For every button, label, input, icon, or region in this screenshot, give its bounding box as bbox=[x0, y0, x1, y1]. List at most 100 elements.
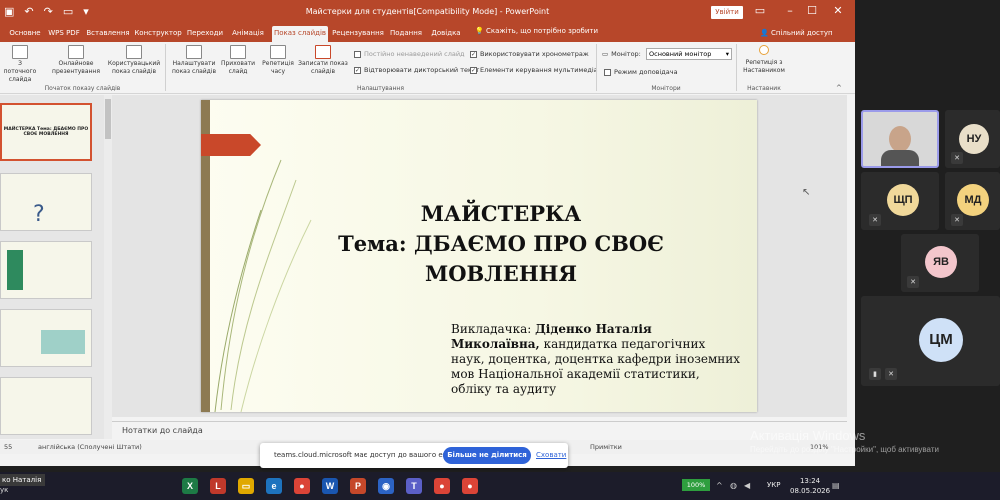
slide-lecturer-text: Викладачка: Діденко Наталія Миколаївна, … bbox=[451, 322, 741, 396]
system-clock[interactable]: 13:24 08.05.2026 bbox=[790, 476, 830, 496]
tell-me-search[interactable]: 💡 Скажіть, що потрібно зробити bbox=[475, 27, 598, 35]
share-button[interactable]: 👤 Спільний доступ bbox=[760, 29, 833, 37]
mic-muted-icon: ✕ bbox=[885, 368, 897, 380]
thumbnails-scrollbar[interactable] bbox=[104, 95, 112, 439]
participant-tile[interactable]: ЯВ ✕ bbox=[901, 234, 979, 292]
group-label: Початок показу слайдів bbox=[44, 85, 121, 92]
excel-icon[interactable]: X bbox=[182, 478, 198, 494]
custom-show-button[interactable]: Користувацький показ слайдів bbox=[106, 45, 162, 76]
coach-icon bbox=[759, 45, 769, 55]
participant-avatar: НУ bbox=[959, 124, 989, 154]
teams-icon[interactable]: T bbox=[406, 478, 422, 494]
powerpoint-icon[interactable]: P bbox=[350, 478, 366, 494]
setup-show-icon bbox=[186, 45, 202, 59]
checkbox-checked: ✓ bbox=[470, 50, 477, 58]
tab-animations[interactable]: Анімація bbox=[228, 26, 268, 42]
notifications-icon[interactable]: ▤ bbox=[832, 481, 840, 490]
input-language[interactable]: УКР bbox=[767, 481, 780, 489]
windows-activation-watermark: Активація Windows Перейдіть до розділу "… bbox=[750, 428, 939, 454]
slide-title-line3: МОВЛЕННЯ bbox=[424, 261, 578, 286]
monitor-icon: ▭ bbox=[602, 50, 609, 58]
screen-share-notification: teams.cloud.microsoft має доступ до вашо… bbox=[260, 443, 568, 468]
participant-tile[interactable]: НУ ✕ bbox=[945, 110, 1000, 168]
close-icon[interactable]: ✕ bbox=[826, 4, 850, 17]
presenter-view-checkbox[interactable]: Режим доповідача bbox=[604, 68, 678, 76]
slide-thumbnail[interactable]: МАЙСТЕРКА Тема: ДБАЄМО ПРО СВОЄ МОВЛЕННЯ bbox=[0, 103, 92, 161]
tab-wps-pdf[interactable]: WPS PDF bbox=[46, 26, 82, 42]
app-icon[interactable]: ◉ bbox=[378, 478, 394, 494]
lightbulb-icon: 💡 bbox=[475, 27, 486, 35]
mic-muted-icon: ✕ bbox=[869, 214, 881, 226]
participant-tile[interactable]: ЦМ ▮ ✕ bbox=[861, 296, 1000, 386]
audio-level-icon: ▮ bbox=[869, 368, 881, 380]
edge-icon[interactable]: e bbox=[266, 478, 282, 494]
app-l-icon[interactable]: L bbox=[210, 478, 226, 494]
rehearse-timings-button[interactable]: Репетиція часу bbox=[258, 45, 298, 76]
thumbnail-image bbox=[41, 330, 85, 354]
mic-muted-icon: ✕ bbox=[951, 152, 963, 164]
hide-link[interactable]: Сховати bbox=[536, 451, 566, 459]
person-icon: 👤 bbox=[760, 29, 771, 37]
tab-insert[interactable]: Вставлення bbox=[86, 26, 130, 42]
participant-video-tile[interactable] bbox=[861, 110, 939, 168]
battery-indicator[interactable]: 100% bbox=[682, 479, 710, 491]
hide-slide-button[interactable]: Приховати слайд bbox=[220, 45, 256, 76]
slide-thumbnail[interactable] bbox=[0, 377, 92, 435]
scrollbar-thumb[interactable] bbox=[105, 99, 111, 139]
chrome-icon-2[interactable]: ● bbox=[434, 478, 450, 494]
rehearse-with-coach-button[interactable]: Репетиція з Наставником bbox=[740, 45, 788, 75]
collapse-ribbon-icon[interactable]: ^ bbox=[836, 84, 842, 92]
slide-canvas: МАЙСТЕРКА Тема: ДБАЄМО ПРО СВОЄ МОВЛЕННЯ… bbox=[112, 95, 847, 417]
volume-icon[interactable]: ◀ bbox=[744, 481, 750, 490]
online-present-button[interactable]: Онлайнове презентування bbox=[48, 45, 104, 76]
mic-muted-icon: ✕ bbox=[951, 214, 963, 226]
ribbon-display-icon[interactable]: ▭ bbox=[748, 4, 772, 17]
participant-tile[interactable]: ЩП ✕ bbox=[861, 172, 939, 230]
media-controls-checkbox[interactable]: ✓ Елементи керування мультимедіа bbox=[470, 66, 598, 74]
taskbar: ко Наталія ук X L ▭ e ● W P ◉ T ● ● 100%… bbox=[0, 472, 1000, 500]
tab-home[interactable]: Основне bbox=[6, 26, 44, 42]
slide-thumbnail[interactable] bbox=[0, 309, 92, 367]
use-timings-checkbox[interactable]: ✓ Використовувати хронометраж bbox=[470, 50, 589, 58]
word-icon[interactable]: W bbox=[322, 478, 338, 494]
slide-thumbnail[interactable] bbox=[0, 241, 92, 299]
chrome-icon-3[interactable]: ● bbox=[462, 478, 478, 494]
participant-avatar: ЯВ bbox=[925, 246, 957, 278]
slide-play-icon bbox=[12, 45, 28, 59]
chrome-icon[interactable]: ● bbox=[294, 478, 310, 494]
tab-slide-show[interactable]: Показ слайдів bbox=[272, 26, 328, 42]
minimize-icon[interactable]: – bbox=[778, 4, 802, 17]
custom-show-icon bbox=[126, 45, 142, 59]
current-slide[interactable]: МАЙСТЕРКА Тема: ДБАЄМО ПРО СВОЄ МОВЛЕННЯ… bbox=[201, 100, 757, 412]
stopwatch-icon bbox=[270, 45, 286, 59]
monitor-select[interactable]: Основний монітор ▾ bbox=[646, 48, 732, 60]
network-icon[interactable]: ◍ bbox=[730, 481, 737, 490]
group-label: Налаштування bbox=[357, 85, 404, 92]
slide-title-line1: МАЙСТЕРКА bbox=[420, 201, 582, 226]
from-current-slide-button[interactable]: З поточного слайда bbox=[2, 45, 38, 84]
tab-help[interactable]: Довідка bbox=[428, 26, 464, 42]
title-bar: ▣ ↶ ↷ ▭ ▾ Майстерки для студентів[Compat… bbox=[0, 0, 855, 26]
slide-thumbnails: МАЙСТЕРКА Тема: ДБАЄМО ПРО СВОЄ МОВЛЕННЯ… bbox=[0, 95, 104, 439]
notes-pane[interactable]: Нотатки до слайда bbox=[112, 421, 847, 439]
tab-review[interactable]: Рецензування bbox=[332, 26, 384, 42]
setup-show-button[interactable]: Налаштувати показ слайдів bbox=[168, 45, 220, 76]
slide-thumbnail[interactable]: ? bbox=[0, 173, 92, 231]
tray-chevron-icon[interactable]: ^ bbox=[716, 481, 723, 490]
tab-design[interactable]: Конструктор bbox=[134, 26, 182, 42]
participant-tile[interactable]: МД ✕ bbox=[945, 172, 1000, 230]
record-show-button[interactable]: Записати показ слайдів bbox=[296, 45, 350, 76]
mouse-cursor-icon: ↖ bbox=[802, 187, 811, 198]
tab-view[interactable]: Подання bbox=[388, 26, 424, 42]
sign-in-button[interactable]: Увійти bbox=[711, 6, 743, 19]
comments-button[interactable]: Примітки bbox=[590, 443, 622, 451]
tab-transitions[interactable]: Переходи bbox=[186, 26, 224, 42]
maximize-icon[interactable]: ☐ bbox=[800, 4, 824, 17]
language-indicator[interactable]: англійська (Сполучені Штати) bbox=[38, 443, 142, 451]
powerpoint-window: ▣ ↶ ↷ ▭ ▾ Майстерки для студентів[Compat… bbox=[0, 0, 855, 466]
chevron-down-icon: ▾ bbox=[725, 50, 729, 58]
keep-slide-checkbox[interactable]: Постійно ненаведений слайд bbox=[354, 50, 465, 58]
stop-sharing-button[interactable]: Більше не ділитися bbox=[443, 447, 531, 464]
file-explorer-icon[interactable]: ▭ bbox=[238, 478, 254, 494]
play-narrations-checkbox[interactable]: ✓ Відтворювати дикторський текст bbox=[354, 66, 479, 74]
